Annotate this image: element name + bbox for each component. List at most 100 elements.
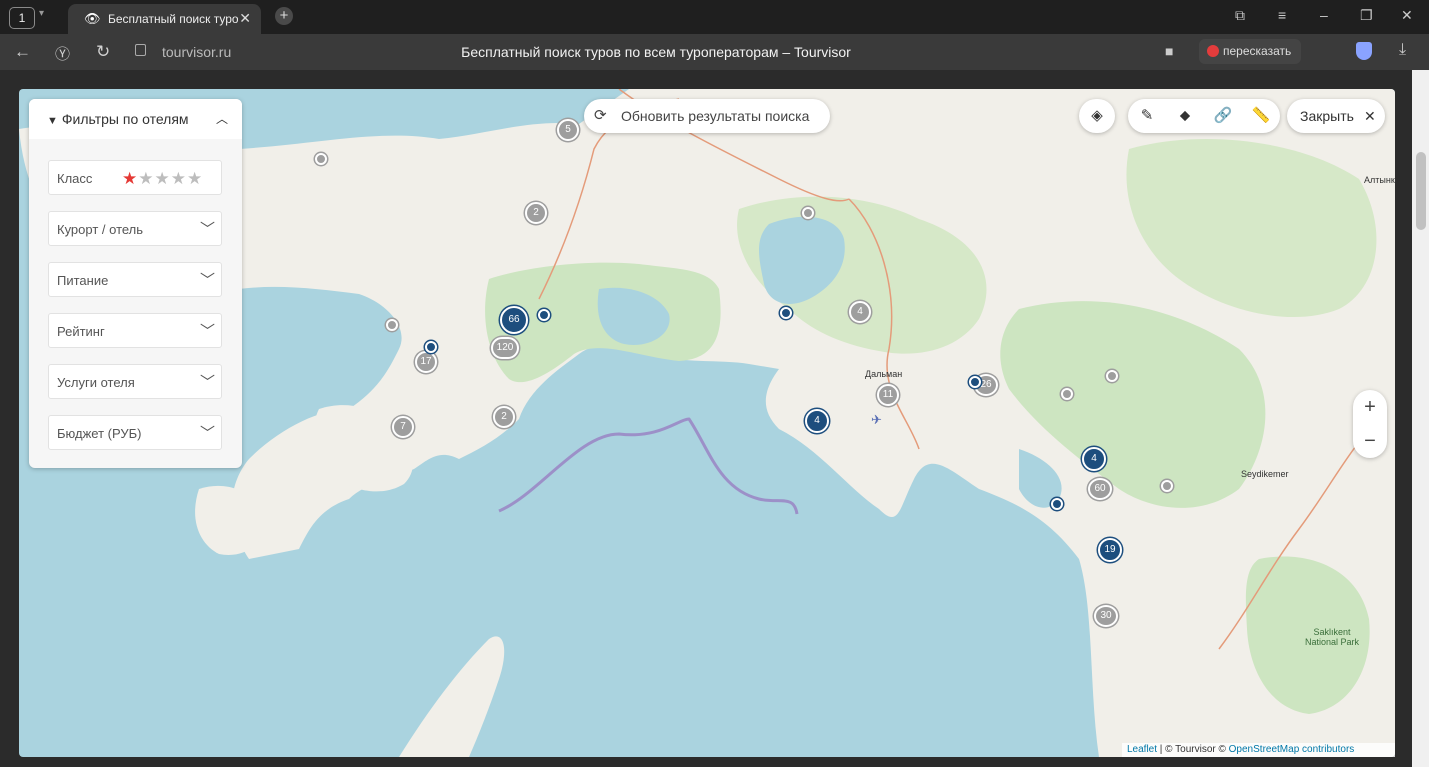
chevron-down-icon: ﹀	[199, 272, 215, 289]
filters-header[interactable]: ▼ Фильтры по отелям ︿	[29, 99, 242, 139]
star-icon[interactable]: ★	[171, 169, 187, 188]
map-label: Дальман	[865, 369, 903, 379]
filters-title: Фильтры по отелям	[61, 111, 189, 127]
hotel-marker[interactable]	[1106, 370, 1118, 382]
hotel-marker[interactable]	[425, 341, 437, 353]
map-label: Seydikemer	[1241, 469, 1289, 479]
layers-control[interactable]: ◈	[1079, 99, 1115, 133]
hotel-marker[interactable]	[386, 319, 398, 331]
chevron-down-icon: ﹀	[199, 221, 215, 238]
hotel-cluster-marker[interactable]: 19	[1098, 538, 1122, 562]
tab-title: Бесплатный поиск туров	[108, 12, 238, 26]
hotel-marker[interactable]	[969, 376, 981, 388]
star-icon[interactable]: ★	[187, 169, 203, 188]
leaflet-link[interactable]: Leaflet	[1127, 744, 1157, 755]
hotel-marker[interactable]	[538, 309, 550, 321]
class-filter: Класс ★★★★★	[48, 160, 222, 195]
hotel-cluster-marker[interactable]: 4	[1082, 447, 1106, 471]
retell-button[interactable]: пересказать	[1199, 39, 1302, 64]
class-label: Класс	[57, 171, 93, 186]
select-label: Бюджет (РУБ)	[57, 426, 142, 441]
select-label: Рейтинг	[57, 324, 105, 339]
map-tools-group: ✎ ⬥ 🔗 📏	[1128, 99, 1280, 133]
hotel-marker[interactable]	[315, 153, 327, 165]
hotel-cluster-marker[interactable]: 4	[805, 409, 829, 433]
refresh-icon: ⟳	[594, 107, 607, 124]
retell-label: пересказать	[1223, 44, 1292, 58]
hotel-cluster-marker[interactable]: 120	[491, 337, 519, 359]
hotel-cluster-marker[interactable]: 4	[849, 301, 871, 323]
page-title: Бесплатный поиск туров по всем туроперат…	[461, 44, 851, 60]
scrollbar-thumb[interactable]	[1416, 152, 1426, 230]
hotel-marker[interactable]	[780, 307, 792, 319]
browser-tab-bar: 1 ▾ 👁 Бесплатный поиск туров ✕ + ⧉ ≡ – ❐…	[0, 0, 1429, 34]
meal-select[interactable]: Питание ﹀	[48, 262, 222, 297]
maximize-icon[interactable]: ❐	[1360, 7, 1373, 24]
hotel-cluster-marker[interactable]: 60	[1088, 478, 1112, 500]
hotel-marker[interactable]	[802, 207, 814, 219]
hotel-marker[interactable]	[1161, 480, 1173, 492]
hotel-cluster-marker[interactable]: 17	[415, 351, 437, 373]
chevron-down-icon: ﹀	[199, 323, 215, 340]
chevron-down-icon[interactable]: ▾	[39, 8, 44, 19]
close-label: Закрыть	[1300, 108, 1354, 124]
chevron-down-icon: ﹀	[199, 425, 215, 442]
shield-icon[interactable]	[1356, 42, 1372, 60]
map-label: Saklıkent National Park	[1304, 627, 1360, 647]
eraser-icon[interactable]: ⬥	[1166, 99, 1204, 133]
chevron-down-icon: ﹀	[199, 374, 215, 391]
star-icon[interactable]: ★	[122, 169, 138, 188]
eye-icon: 👁	[84, 11, 101, 26]
hotel-filters-panel: ▼ Фильтры по отелям ︿ Класс ★★★★★ Курорт …	[29, 99, 242, 468]
rating-select[interactable]: Рейтинг ﹀	[48, 313, 222, 348]
hotel-marker[interactable]	[1051, 498, 1063, 510]
tab-count-button[interactable]: 1	[9, 7, 35, 29]
hotel-cluster-marker[interactable]: 11	[877, 384, 899, 406]
attribution-text: | © Tourvisor ©	[1157, 744, 1229, 755]
refresh-results-button[interactable]: ⟳ Обновить результаты поиска	[584, 99, 830, 133]
address-bar: ← Ⓨ ↻ tourvisor.ru Бесплатный поиск туро…	[0, 34, 1429, 70]
airport-icon: ✈	[871, 412, 882, 427]
close-icon[interactable]: ✕	[239, 10, 251, 27]
star-icon[interactable]: ★	[138, 169, 154, 188]
hotel-services-select[interactable]: Услуги отеля ﹀	[48, 364, 222, 399]
hotel-cluster-marker[interactable]: 30	[1094, 605, 1118, 627]
zoom-out-button[interactable]: −	[1353, 424, 1387, 458]
star-rating[interactable]: ★★★★★	[122, 161, 203, 196]
select-label: Курорт / отель	[57, 222, 144, 237]
chevron-up-icon[interactable]: ︿	[216, 99, 228, 139]
select-label: Питание	[57, 273, 109, 288]
star-icon[interactable]: ★	[155, 169, 171, 188]
map-attribution: Leaflet | © Tourvisor © OpenStreetMap co…	[1122, 743, 1395, 757]
new-tab-button[interactable]: +	[275, 7, 293, 25]
zoom-in-button[interactable]: +	[1353, 390, 1387, 424]
page-bottom	[0, 757, 1412, 767]
hotel-cluster-marker[interactable]: 2	[525, 202, 547, 224]
budget-select[interactable]: Бюджет (РУБ) ﹀	[48, 415, 222, 450]
hotel-cluster-marker[interactable]: 66	[500, 306, 528, 334]
refresh-label: Обновить результаты поиска	[621, 108, 810, 124]
hotel-cluster-marker[interactable]: 5	[557, 119, 579, 141]
minimize-icon[interactable]: –	[1320, 7, 1328, 23]
osm-link[interactable]: OpenStreetMap contributors	[1229, 744, 1355, 755]
select-label: Услуги отеля	[57, 375, 135, 390]
collections-icon[interactable]: ⧉	[1235, 7, 1245, 24]
map-label: Алтынк	[1364, 175, 1395, 185]
filter-icon: ▼	[47, 115, 58, 127]
pencil-icon[interactable]: ✎	[1128, 99, 1166, 133]
close-icon: ✕	[1364, 108, 1376, 124]
link-icon[interactable]: 🔗	[1204, 99, 1242, 133]
download-icon[interactable]: ⤓	[1399, 41, 1406, 59]
ruler-icon[interactable]: 📏	[1242, 99, 1280, 133]
layers-icon[interactable]: ◈	[1079, 99, 1115, 133]
close-window-icon[interactable]: ✕	[1401, 7, 1413, 24]
hotel-marker[interactable]	[1061, 388, 1073, 400]
bookmark-icon[interactable]: ■	[1165, 43, 1173, 59]
close-map-button[interactable]: Закрыть ✕	[1287, 99, 1385, 133]
menu-icon[interactable]: ≡	[1278, 7, 1286, 23]
browser-tab[interactable]: 👁 Бесплатный поиск туров ✕	[68, 4, 261, 34]
zoom-control: + −	[1353, 390, 1387, 458]
hotel-cluster-marker[interactable]: 2	[493, 406, 515, 428]
resort-hotel-select[interactable]: Курорт / отель ﹀	[48, 211, 222, 246]
hotel-cluster-marker[interactable]: 7	[392, 416, 414, 438]
